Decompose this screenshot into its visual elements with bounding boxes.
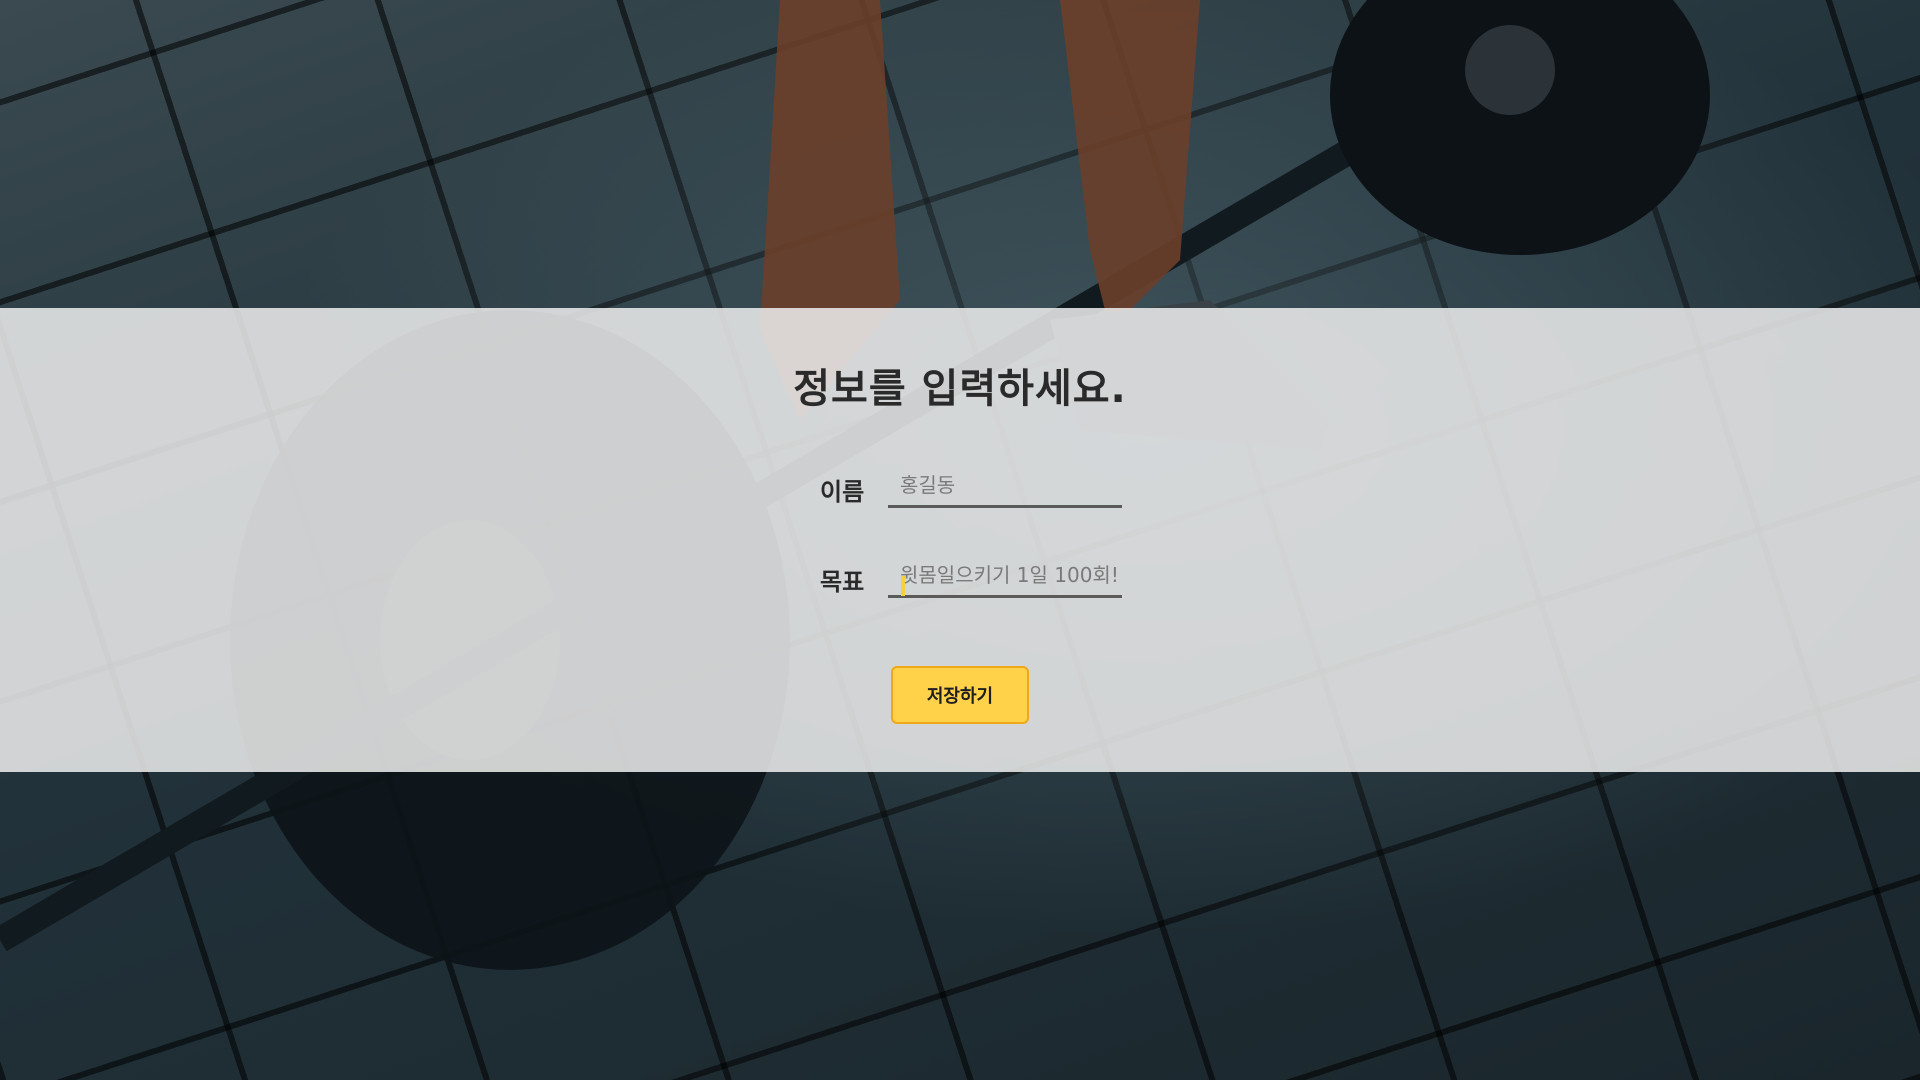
- name-input[interactable]: [888, 464, 1122, 508]
- goal-row: 목표: [0, 548, 1920, 608]
- text-caret: [901, 576, 905, 596]
- form-panel: 정보를 입력하세요. 이름 목표 저장하기: [0, 308, 1920, 772]
- save-button[interactable]: 저장하기: [891, 666, 1029, 724]
- page: 정보를 입력하세요. 이름 목표 저장하기: [0, 0, 1920, 1080]
- goal-input[interactable]: [888, 554, 1122, 598]
- page-title: 정보를 입력하세요.: [793, 366, 1127, 412]
- name-row: 이름: [0, 458, 1920, 518]
- name-label: 이름: [820, 478, 865, 506]
- goal-label: 목표: [820, 568, 865, 596]
